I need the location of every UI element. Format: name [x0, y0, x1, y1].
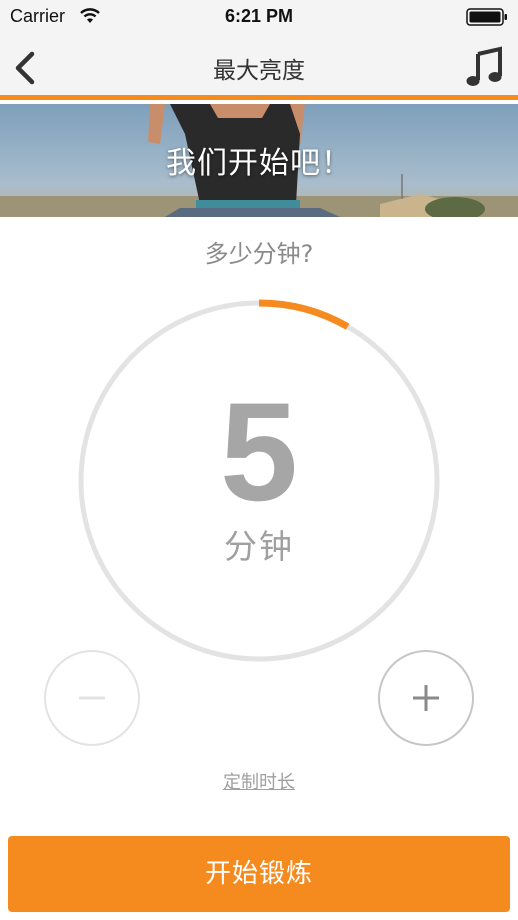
start-workout-button[interactable]: 开始锻炼	[8, 836, 510, 912]
custom-duration-link[interactable]: 定制时长	[0, 768, 518, 794]
increase-button[interactable]	[378, 650, 474, 746]
battery-icon	[466, 8, 507, 26]
navigation-bar: 最大亮度	[0, 34, 518, 100]
music-button[interactable]	[466, 46, 504, 88]
music-note-icon	[466, 46, 502, 86]
timer-unit: 分钟	[224, 527, 294, 566]
page-title: 最大亮度	[213, 58, 305, 84]
hero-headline: 我们开始吧！	[166, 146, 352, 181]
status-bar: Carrier 6:21 PM	[0, 0, 518, 34]
minus-icon	[79, 696, 105, 700]
timer-value: 5	[220, 373, 298, 530]
decrease-button[interactable]	[44, 650, 140, 746]
plus-icon	[413, 685, 439, 711]
status-time: 6:21 PM	[224, 6, 294, 26]
duration-question: 多少分钟?	[204, 240, 314, 268]
dial-progress-arc	[258, 299, 350, 330]
hero-banner: 我们开始吧！	[0, 104, 518, 217]
